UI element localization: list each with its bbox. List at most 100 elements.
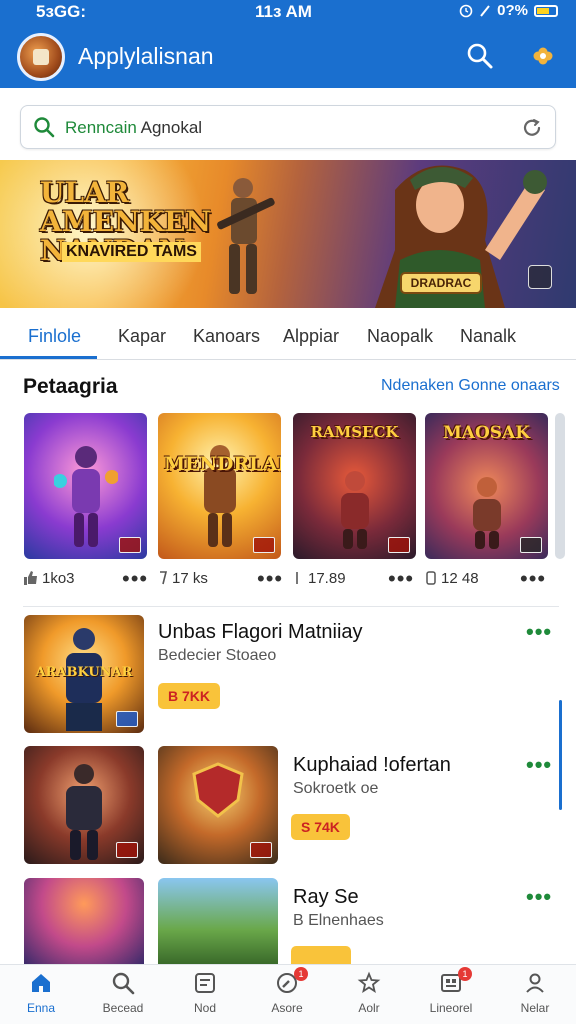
banner-badge[interactable]: DRADRAC: [400, 272, 482, 294]
card-stat: 17.89: [308, 570, 346, 587]
card-badge-icon: [253, 537, 275, 553]
download-icon: [296, 572, 298, 584]
category-tabs: Finlole Kapar Kanoars Alppiar Naopalk Na…: [0, 318, 576, 360]
nav-home[interactable]: Enna: [0, 965, 82, 1024]
tab-underline: [0, 356, 97, 359]
price-tag[interactable]: [291, 946, 351, 964]
tab-naopalk[interactable]: Naopalk: [367, 326, 433, 347]
card-badge-icon: [119, 537, 141, 553]
game-character-art: [54, 446, 118, 547]
list-thumbnail: [158, 746, 278, 864]
card-title: MAOSAK: [442, 423, 531, 443]
alarm-icon: [459, 4, 473, 17]
more-options-icon[interactable]: •••: [526, 752, 552, 778]
more-options-icon[interactable]: •••: [526, 619, 552, 645]
game-card[interactable]: [24, 413, 147, 559]
game-character-art: [473, 477, 501, 549]
status-right: 0?%: [459, 2, 558, 19]
card-badge-icon: [388, 537, 410, 553]
card-stat: 17 ks: [172, 570, 208, 587]
app-screen: 5ᴈGG: 11ᴈ AM 0?% Applylalisnan Renncain …: [0, 0, 576, 1024]
home-icon: [32, 974, 50, 992]
search-placeholder-rest: Agnokal: [136, 118, 203, 137]
game-character-art: [341, 471, 369, 549]
app-title: Applylalisnan: [78, 43, 214, 69]
notification-badge: 1: [294, 967, 308, 981]
battery-icon: [534, 4, 558, 17]
more-options-icon[interactable]: •••: [122, 566, 148, 592]
card-stat: 1ko3: [42, 570, 75, 587]
download-icon: [426, 571, 436, 585]
search-icon: [112, 972, 135, 995]
search-icon: [34, 117, 55, 138]
list-item-subtitle: B Elnenhaes: [293, 912, 384, 929]
list-thumbnail: [24, 746, 144, 864]
profile-icon: [526, 973, 544, 993]
nav-label: Nod: [193, 1001, 216, 1015]
price-tag[interactable]: S 74K: [291, 814, 350, 840]
section-see-all-link[interactable]: Ndenaken Gonne onaars: [381, 377, 560, 395]
refresh-icon[interactable]: [521, 117, 543, 139]
nav-games[interactable]: Nod: [164, 965, 246, 1024]
list-item[interactable]: ARABKUNAR Unbas Flagori Matniiay Bedecie…: [23, 606, 559, 738]
app-bar: Applylalisnan: [0, 26, 576, 88]
nav-label: Becead: [102, 1001, 144, 1015]
status-time: 11ᴈ AM: [255, 2, 312, 21]
list-item[interactable]: Kuphaiad !ofertan Sokroetk oe S 74K •••: [23, 738, 559, 870]
more-options-icon[interactable]: •••: [388, 566, 414, 592]
game-card-partial[interactable]: [555, 413, 565, 559]
game-card[interactable]: RAMSECK: [293, 413, 416, 559]
card-title: MENDRLAN: [164, 453, 281, 475]
search-input[interactable]: Renncain Agnokal: [20, 105, 556, 149]
nav-rewards[interactable]: Aolr: [328, 965, 410, 1024]
tab-finlole[interactable]: Finlole: [28, 326, 81, 347]
list-item-title: Ray Se: [293, 886, 359, 908]
game-card[interactable]: MENDRLAN: [158, 413, 281, 559]
game-card[interactable]: MAOSAK: [425, 413, 548, 559]
banner-corner-icon[interactable]: [528, 265, 552, 289]
price-tag[interactable]: B 7KK: [158, 683, 221, 709]
list-item[interactable]: Ray Se B Elnenhaes •••: [23, 870, 559, 964]
promo-banner[interactable]: ULAR AMENKEN NANDAN KNAVIRED TAMS DRADRA…: [0, 160, 576, 308]
card-badge-icon: [116, 842, 138, 858]
more-options-icon[interactable]: •••: [526, 884, 552, 910]
list-item-title: Unbas Flagori Matniiay: [158, 621, 363, 643]
card-badge-icon: [250, 842, 272, 858]
nav-explore[interactable]: 1 Asore: [246, 965, 328, 1024]
shield-emblem-art: [192, 762, 244, 818]
search-icon[interactable]: [465, 41, 495, 71]
game-character-art: [66, 764, 102, 860]
battery-percent: 0?%: [497, 2, 528, 19]
scrollbar[interactable]: [559, 700, 562, 810]
gear-icon[interactable]: [528, 41, 558, 71]
nav-profile[interactable]: Nelar: [494, 965, 576, 1024]
more-options-icon[interactable]: •••: [257, 566, 283, 592]
tab-kapar[interactable]: Kapar: [118, 326, 166, 347]
more-options-icon[interactable]: •••: [520, 566, 546, 592]
tab-alppiar[interactable]: Alppiar: [283, 326, 339, 347]
nav-search[interactable]: Becead: [82, 965, 164, 1024]
download-icon: [160, 571, 168, 585]
search-placeholder: Renncain Agnokal: [65, 118, 202, 138]
app-logo[interactable]: [17, 33, 65, 81]
thumbs-up-icon: [24, 571, 37, 585]
nav-label: Aolr: [358, 1001, 380, 1015]
section-title: Petaagria: [23, 375, 118, 398]
list-thumbnail: [158, 878, 278, 964]
banner-subtitle: KNAVIRED TAMS: [62, 242, 201, 262]
thumbnail-title-art: ARABKUNAR: [35, 665, 133, 680]
list-item-subtitle: Sokroetk oe: [293, 780, 379, 797]
list-thumbnail: [24, 878, 144, 964]
nav-label: Lineorel: [429, 1001, 473, 1015]
nav-label: Asore: [271, 1001, 303, 1015]
games-icon: [195, 973, 215, 993]
nav-label: Enna: [26, 1001, 56, 1015]
nav-library[interactable]: 1 Lineorel: [410, 965, 492, 1024]
list-item-title: Kuphaiad !ofertan: [293, 754, 451, 776]
tab-nanalk[interactable]: Nanalk: [460, 326, 516, 347]
list-item-subtitle: Bedecier Stoaeo: [158, 647, 277, 664]
star-icon: [357, 971, 381, 993]
bottom-navigation: Enna Becead Nod 1 Asore Aolr 1 Lineorel …: [0, 964, 576, 1024]
notification-badge: 1: [458, 967, 472, 981]
tab-kanoars[interactable]: Kanoars: [193, 326, 260, 347]
